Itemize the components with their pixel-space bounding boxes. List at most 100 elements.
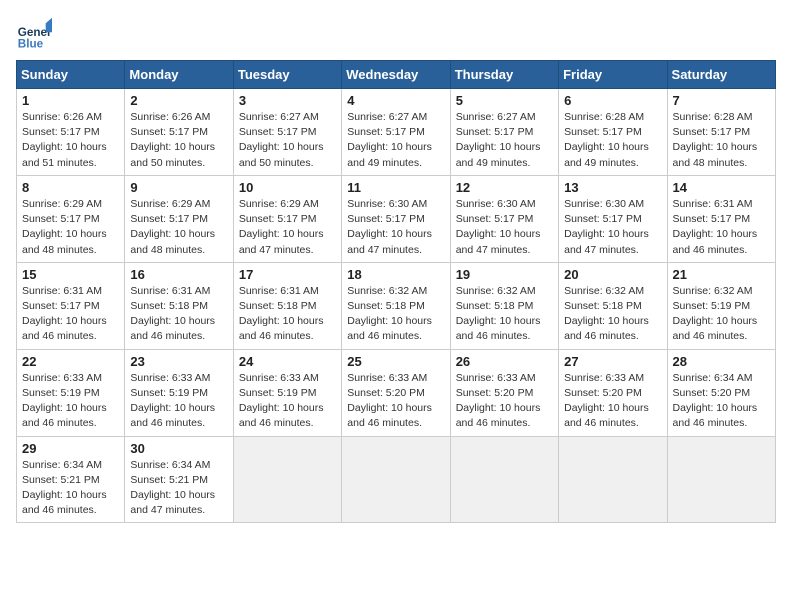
day-number: 4 bbox=[347, 93, 444, 108]
day-info: Sunrise: 6:28 AM Sunset: 5:17 PM Dayligh… bbox=[564, 110, 661, 171]
weekday-header-cell: Wednesday bbox=[342, 61, 450, 89]
calendar-cell: 24 Sunrise: 6:33 AM Sunset: 5:19 PM Dayl… bbox=[233, 349, 341, 436]
day-info: Sunrise: 6:30 AM Sunset: 5:17 PM Dayligh… bbox=[456, 197, 553, 258]
day-info: Sunrise: 6:33 AM Sunset: 5:20 PM Dayligh… bbox=[456, 371, 553, 432]
calendar-body: 1 Sunrise: 6:26 AM Sunset: 5:17 PM Dayli… bbox=[17, 89, 776, 523]
day-info: Sunrise: 6:34 AM Sunset: 5:20 PM Dayligh… bbox=[673, 371, 770, 432]
day-info: Sunrise: 6:32 AM Sunset: 5:18 PM Dayligh… bbox=[456, 284, 553, 345]
day-info: Sunrise: 6:31 AM Sunset: 5:17 PM Dayligh… bbox=[22, 284, 119, 345]
calendar-week-row: 22 Sunrise: 6:33 AM Sunset: 5:19 PM Dayl… bbox=[17, 349, 776, 436]
calendar-cell: 3 Sunrise: 6:27 AM Sunset: 5:17 PM Dayli… bbox=[233, 89, 341, 176]
day-info: Sunrise: 6:32 AM Sunset: 5:18 PM Dayligh… bbox=[347, 284, 444, 345]
calendar-cell: 10 Sunrise: 6:29 AM Sunset: 5:17 PM Dayl… bbox=[233, 175, 341, 262]
day-number: 26 bbox=[456, 354, 553, 369]
day-number: 15 bbox=[22, 267, 119, 282]
day-info: Sunrise: 6:31 AM Sunset: 5:18 PM Dayligh… bbox=[239, 284, 336, 345]
calendar-cell: 4 Sunrise: 6:27 AM Sunset: 5:17 PM Dayli… bbox=[342, 89, 450, 176]
calendar-table: SundayMondayTuesdayWednesdayThursdayFrid… bbox=[16, 60, 776, 523]
calendar-cell: 25 Sunrise: 6:33 AM Sunset: 5:20 PM Dayl… bbox=[342, 349, 450, 436]
calendar-cell: 26 Sunrise: 6:33 AM Sunset: 5:20 PM Dayl… bbox=[450, 349, 558, 436]
day-number: 28 bbox=[673, 354, 770, 369]
day-number: 10 bbox=[239, 180, 336, 195]
day-number: 6 bbox=[564, 93, 661, 108]
day-number: 25 bbox=[347, 354, 444, 369]
day-info: Sunrise: 6:33 AM Sunset: 5:19 PM Dayligh… bbox=[130, 371, 227, 432]
day-info: Sunrise: 6:33 AM Sunset: 5:19 PM Dayligh… bbox=[22, 371, 119, 432]
day-number: 20 bbox=[564, 267, 661, 282]
day-info: Sunrise: 6:33 AM Sunset: 5:20 PM Dayligh… bbox=[347, 371, 444, 432]
calendar-cell: 22 Sunrise: 6:33 AM Sunset: 5:19 PM Dayl… bbox=[17, 349, 125, 436]
weekday-header-cell: Saturday bbox=[667, 61, 775, 89]
calendar-week-row: 29 Sunrise: 6:34 AM Sunset: 5:21 PM Dayl… bbox=[17, 436, 776, 523]
calendar-cell: 7 Sunrise: 6:28 AM Sunset: 5:17 PM Dayli… bbox=[667, 89, 775, 176]
day-info: Sunrise: 6:30 AM Sunset: 5:17 PM Dayligh… bbox=[347, 197, 444, 258]
day-info: Sunrise: 6:29 AM Sunset: 5:17 PM Dayligh… bbox=[130, 197, 227, 258]
calendar-cell bbox=[342, 436, 450, 523]
calendar-cell: 16 Sunrise: 6:31 AM Sunset: 5:18 PM Dayl… bbox=[125, 262, 233, 349]
calendar-cell: 28 Sunrise: 6:34 AM Sunset: 5:20 PM Dayl… bbox=[667, 349, 775, 436]
day-info: Sunrise: 6:31 AM Sunset: 5:17 PM Dayligh… bbox=[673, 197, 770, 258]
day-number: 18 bbox=[347, 267, 444, 282]
day-info: Sunrise: 6:26 AM Sunset: 5:17 PM Dayligh… bbox=[22, 110, 119, 171]
day-number: 17 bbox=[239, 267, 336, 282]
day-number: 9 bbox=[130, 180, 227, 195]
calendar-cell: 1 Sunrise: 6:26 AM Sunset: 5:17 PM Dayli… bbox=[17, 89, 125, 176]
calendar-cell: 9 Sunrise: 6:29 AM Sunset: 5:17 PM Dayli… bbox=[125, 175, 233, 262]
logo: General Blue bbox=[16, 16, 58, 52]
day-number: 14 bbox=[673, 180, 770, 195]
calendar-cell bbox=[450, 436, 558, 523]
calendar-cell: 13 Sunrise: 6:30 AM Sunset: 5:17 PM Dayl… bbox=[559, 175, 667, 262]
calendar-cell: 20 Sunrise: 6:32 AM Sunset: 5:18 PM Dayl… bbox=[559, 262, 667, 349]
calendar-cell: 18 Sunrise: 6:32 AM Sunset: 5:18 PM Dayl… bbox=[342, 262, 450, 349]
day-number: 21 bbox=[673, 267, 770, 282]
day-number: 1 bbox=[22, 93, 119, 108]
calendar-cell bbox=[667, 436, 775, 523]
weekday-header-cell: Tuesday bbox=[233, 61, 341, 89]
calendar-cell: 11 Sunrise: 6:30 AM Sunset: 5:17 PM Dayl… bbox=[342, 175, 450, 262]
day-info: Sunrise: 6:31 AM Sunset: 5:18 PM Dayligh… bbox=[130, 284, 227, 345]
logo-icon: General Blue bbox=[16, 16, 52, 52]
calendar-cell: 23 Sunrise: 6:33 AM Sunset: 5:19 PM Dayl… bbox=[125, 349, 233, 436]
day-info: Sunrise: 6:34 AM Sunset: 5:21 PM Dayligh… bbox=[22, 458, 119, 519]
day-number: 19 bbox=[456, 267, 553, 282]
calendar-cell: 6 Sunrise: 6:28 AM Sunset: 5:17 PM Dayli… bbox=[559, 89, 667, 176]
calendar-cell: 21 Sunrise: 6:32 AM Sunset: 5:19 PM Dayl… bbox=[667, 262, 775, 349]
calendar-cell: 14 Sunrise: 6:31 AM Sunset: 5:17 PM Dayl… bbox=[667, 175, 775, 262]
calendar-cell: 15 Sunrise: 6:31 AM Sunset: 5:17 PM Dayl… bbox=[17, 262, 125, 349]
calendar-cell: 27 Sunrise: 6:33 AM Sunset: 5:20 PM Dayl… bbox=[559, 349, 667, 436]
day-number: 29 bbox=[22, 441, 119, 456]
day-info: Sunrise: 6:32 AM Sunset: 5:19 PM Dayligh… bbox=[673, 284, 770, 345]
day-info: Sunrise: 6:33 AM Sunset: 5:20 PM Dayligh… bbox=[564, 371, 661, 432]
day-number: 11 bbox=[347, 180, 444, 195]
day-info: Sunrise: 6:33 AM Sunset: 5:19 PM Dayligh… bbox=[239, 371, 336, 432]
weekday-header-cell: Friday bbox=[559, 61, 667, 89]
day-info: Sunrise: 6:32 AM Sunset: 5:18 PM Dayligh… bbox=[564, 284, 661, 345]
calendar-cell: 29 Sunrise: 6:34 AM Sunset: 5:21 PM Dayl… bbox=[17, 436, 125, 523]
day-number: 12 bbox=[456, 180, 553, 195]
day-info: Sunrise: 6:26 AM Sunset: 5:17 PM Dayligh… bbox=[130, 110, 227, 171]
day-number: 24 bbox=[239, 354, 336, 369]
day-info: Sunrise: 6:27 AM Sunset: 5:17 PM Dayligh… bbox=[456, 110, 553, 171]
day-info: Sunrise: 6:30 AM Sunset: 5:17 PM Dayligh… bbox=[564, 197, 661, 258]
calendar-cell: 2 Sunrise: 6:26 AM Sunset: 5:17 PM Dayli… bbox=[125, 89, 233, 176]
calendar-week-row: 1 Sunrise: 6:26 AM Sunset: 5:17 PM Dayli… bbox=[17, 89, 776, 176]
weekday-header-row: SundayMondayTuesdayWednesdayThursdayFrid… bbox=[17, 61, 776, 89]
day-number: 22 bbox=[22, 354, 119, 369]
day-info: Sunrise: 6:34 AM Sunset: 5:21 PM Dayligh… bbox=[130, 458, 227, 519]
day-number: 2 bbox=[130, 93, 227, 108]
day-number: 8 bbox=[22, 180, 119, 195]
day-number: 7 bbox=[673, 93, 770, 108]
svg-text:Blue: Blue bbox=[18, 38, 44, 51]
weekday-header-cell: Monday bbox=[125, 61, 233, 89]
day-info: Sunrise: 6:27 AM Sunset: 5:17 PM Dayligh… bbox=[239, 110, 336, 171]
day-info: Sunrise: 6:28 AM Sunset: 5:17 PM Dayligh… bbox=[673, 110, 770, 171]
day-info: Sunrise: 6:29 AM Sunset: 5:17 PM Dayligh… bbox=[239, 197, 336, 258]
calendar-cell: 5 Sunrise: 6:27 AM Sunset: 5:17 PM Dayli… bbox=[450, 89, 558, 176]
weekday-header-cell: Thursday bbox=[450, 61, 558, 89]
day-info: Sunrise: 6:27 AM Sunset: 5:17 PM Dayligh… bbox=[347, 110, 444, 171]
calendar-week-row: 15 Sunrise: 6:31 AM Sunset: 5:17 PM Dayl… bbox=[17, 262, 776, 349]
calendar-cell: 17 Sunrise: 6:31 AM Sunset: 5:18 PM Dayl… bbox=[233, 262, 341, 349]
day-number: 27 bbox=[564, 354, 661, 369]
weekday-header-cell: Sunday bbox=[17, 61, 125, 89]
day-number: 3 bbox=[239, 93, 336, 108]
